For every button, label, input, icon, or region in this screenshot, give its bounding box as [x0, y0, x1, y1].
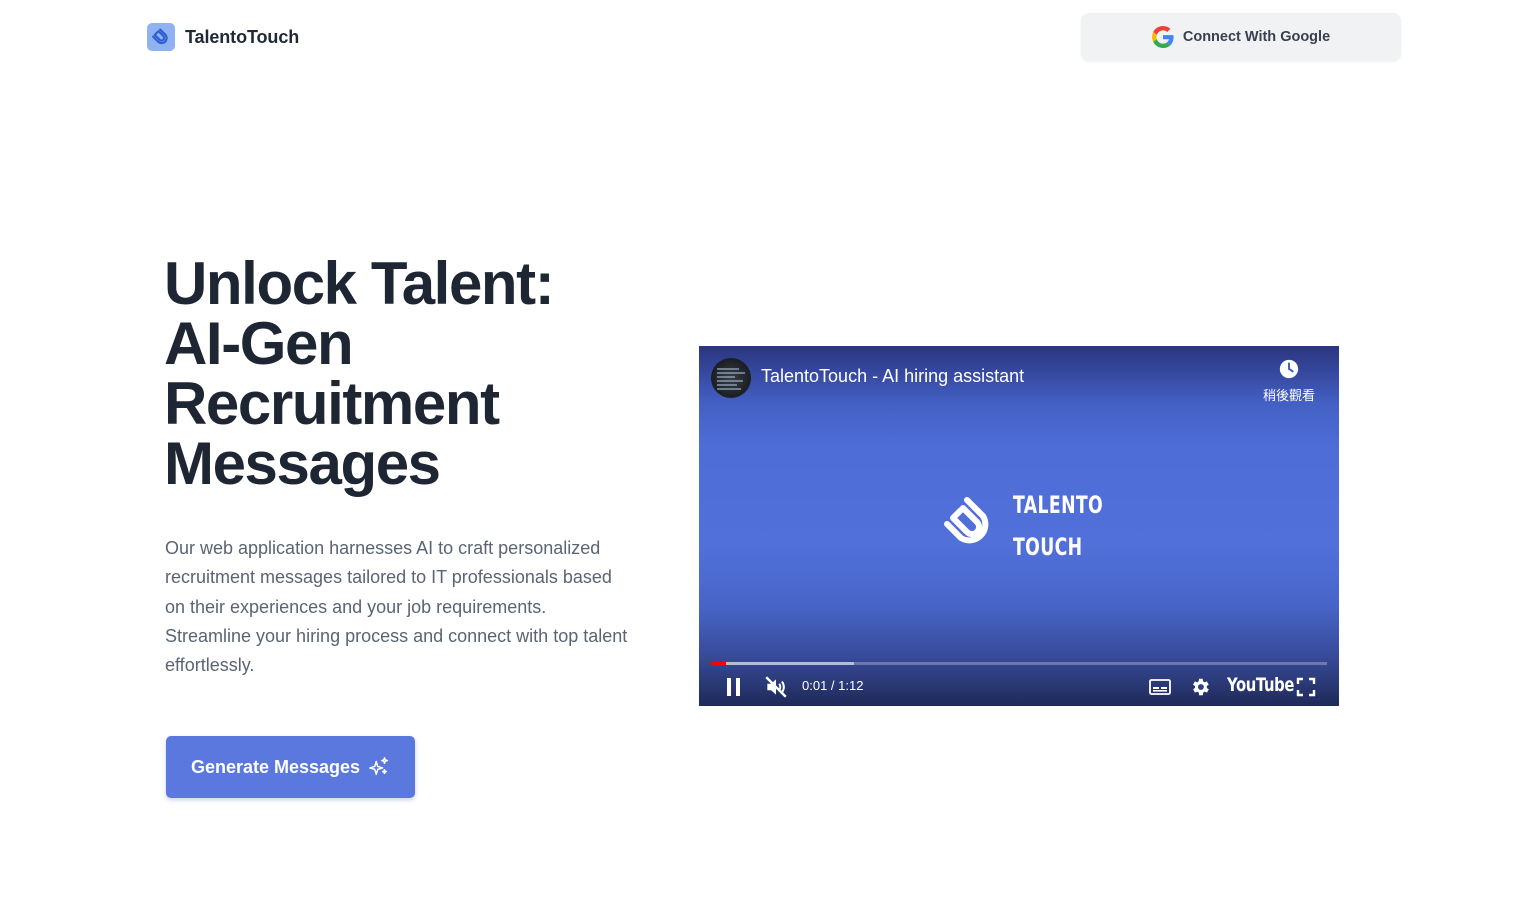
volume-muted-icon: [765, 676, 787, 698]
fullscreen-button[interactable]: [1293, 674, 1319, 700]
mute-button[interactable]: [761, 672, 791, 702]
fullscreen-icon: [1296, 677, 1316, 697]
connect-google-button[interactable]: Connect With Google: [1081, 13, 1401, 61]
watch-later-button[interactable]: 稍後觀看: [1255, 358, 1323, 406]
hero-title-line: Recruitment: [164, 370, 500, 437]
generate-messages-label: Generate Messages: [190, 756, 361, 777]
hero-title-line: Messages: [164, 430, 441, 497]
progress-buffered: [711, 662, 854, 665]
generate-messages-button[interactable]: Generate Messages: [166, 736, 415, 798]
subtitles-button[interactable]: [1147, 674, 1173, 700]
channel-avatar[interactable]: [711, 358, 751, 398]
youtube-logo-link[interactable]: YouTube: [1227, 674, 1294, 696]
site-header: TalentoTouch Connect With Google: [0, 0, 1532, 74]
pause-button[interactable]: [721, 674, 747, 700]
video-wordmark: TALENTO TOUCH: [1013, 484, 1104, 568]
settings-button[interactable]: [1187, 674, 1213, 700]
video-player[interactable]: TalentoTouch - AI hiring assistant 稍後觀看 …: [699, 346, 1339, 706]
brand-link[interactable]: TalentoTouch: [147, 23, 299, 51]
progress-played: [711, 662, 726, 665]
subtitles-icon: [1149, 679, 1171, 695]
pause-icon: [727, 678, 740, 696]
video-title[interactable]: TalentoTouch - AI hiring assistant: [761, 366, 1024, 387]
gear-icon: [1193, 678, 1209, 696]
hero-description: Our web application harnesses AI to craf…: [165, 538, 628, 676]
google-icon: [1151, 26, 1174, 48]
video-controls: 0:01 / 1:12 YouTube: [699, 668, 1339, 706]
video-progress-bar[interactable]: [711, 662, 1327, 665]
hero-title-line: Unlock Talent:: [164, 250, 555, 317]
connect-google-label: Connect With Google: [1182, 29, 1331, 45]
wordmark-line: TOUCH: [1013, 533, 1083, 561]
clock-icon: [1279, 359, 1299, 379]
sparkle-icon: [369, 757, 389, 776]
wordmark-line: TALENTO: [1013, 491, 1104, 519]
brand-name: TalentoTouch: [185, 26, 300, 47]
hero-title: Unlock Talent: AI-Gen Recruitment Messag…: [164, 254, 644, 494]
watch-later-label: 稍後觀看: [1262, 388, 1315, 403]
video-time-display: 0:01 / 1:12: [802, 678, 864, 693]
magnet-icon: [147, 23, 175, 51]
hero-title-line: AI-Gen: [164, 310, 354, 377]
